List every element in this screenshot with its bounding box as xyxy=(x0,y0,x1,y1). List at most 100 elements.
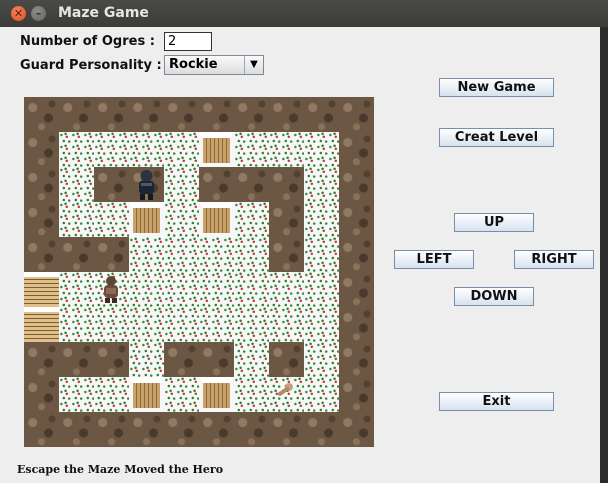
maze-wall-tile xyxy=(269,202,304,237)
maze-floor-tile xyxy=(304,272,339,307)
maze-wall-tile xyxy=(24,237,59,272)
create-level-button[interactable]: Creat Level xyxy=(439,128,554,147)
maze-floor-tile xyxy=(199,272,234,307)
maze-floor-tile xyxy=(304,307,339,342)
maze-floor-tile xyxy=(234,272,269,307)
maze-wall-tile xyxy=(339,377,374,412)
maze-exit-door-tile xyxy=(24,272,59,307)
maze-wall-tile xyxy=(94,412,129,447)
guard-icon xyxy=(129,167,164,202)
maze-wall-tile xyxy=(339,167,374,202)
maze-wall-tile xyxy=(269,342,304,377)
maze-floor-tile xyxy=(234,307,269,342)
maze-floor-tile xyxy=(129,237,164,272)
personality-value: Rockie xyxy=(169,57,218,72)
hero-icon xyxy=(94,272,129,307)
chevron-down-icon[interactable]: ▼ xyxy=(244,56,263,74)
maze-door-tile xyxy=(199,377,234,412)
maze-wall-tile xyxy=(269,237,304,272)
maze-floor-tile xyxy=(129,342,164,377)
maze-floor-tile xyxy=(94,202,129,237)
maze-wall-tile xyxy=(199,167,234,202)
maze-floor-tile xyxy=(164,202,199,237)
maze-floor-tile xyxy=(59,167,94,202)
maze-wall-tile xyxy=(24,412,59,447)
maze-floor-tile xyxy=(59,202,94,237)
maze-wall-tile xyxy=(269,412,304,447)
title-bar: ✕ – Maze Game xyxy=(0,0,608,27)
maze-floor-tile xyxy=(304,237,339,272)
maze-floor-tile xyxy=(164,377,199,412)
minimize-icon[interactable]: – xyxy=(31,6,46,21)
maze-floor-tile xyxy=(129,132,164,167)
maze-wall-tile xyxy=(304,412,339,447)
maze-floor-tile xyxy=(234,202,269,237)
maze-floor-tile xyxy=(269,272,304,307)
maze-wall-tile xyxy=(164,412,199,447)
maze-wall-tile xyxy=(24,97,59,132)
maze-wall-tile xyxy=(24,342,59,377)
maze-wall-tile xyxy=(234,412,269,447)
maze-floor-tile xyxy=(164,132,199,167)
ogres-label: Number of Ogres : xyxy=(20,34,155,49)
maze-floor-tile xyxy=(304,342,339,377)
up-button[interactable]: UP xyxy=(454,213,534,232)
maze-floor-tile xyxy=(234,342,269,377)
maze-floor-tile xyxy=(304,377,339,412)
left-button[interactable]: LEFT xyxy=(394,250,474,269)
key-icon xyxy=(269,377,304,412)
maze-floor-tile xyxy=(304,167,339,202)
maze-wall-tile xyxy=(59,97,94,132)
maze-floor-tile xyxy=(304,132,339,167)
right-button[interactable]: RIGHT xyxy=(514,250,594,269)
maze-wall-tile xyxy=(199,97,234,132)
ogres-input[interactable]: 2 xyxy=(164,32,212,51)
maze-wall-tile xyxy=(24,132,59,167)
maze-floor-tile xyxy=(199,237,234,272)
maze-wall-tile xyxy=(339,307,374,342)
maze-board xyxy=(24,97,374,447)
maze-wall-tile xyxy=(234,167,269,202)
maze-wall-tile xyxy=(304,97,339,132)
window-title: Maze Game xyxy=(58,5,149,21)
down-button[interactable]: DOWN xyxy=(454,287,534,306)
maze-wall-tile xyxy=(24,202,59,237)
exit-button[interactable]: Exit xyxy=(439,392,554,411)
new-game-button[interactable]: New Game xyxy=(439,78,554,97)
status-message: Escape the Maze Moved the Hero xyxy=(17,463,224,476)
maze-wall-tile xyxy=(94,342,129,377)
maze-wall-tile xyxy=(164,97,199,132)
maze-wall-tile xyxy=(339,272,374,307)
maze-floor-tile xyxy=(129,307,164,342)
maze-wall-tile xyxy=(24,377,59,412)
maze-wall-tile xyxy=(269,167,304,202)
maze-wall-tile xyxy=(59,342,94,377)
maze-wall-tile xyxy=(199,342,234,377)
maze-floor-tile xyxy=(304,202,339,237)
maze-floor-tile xyxy=(164,272,199,307)
maze-wall-tile xyxy=(339,132,374,167)
maze-wall-tile xyxy=(339,97,374,132)
maze-floor-tile xyxy=(94,377,129,412)
maze-wall-tile xyxy=(129,97,164,132)
maze-wall-tile xyxy=(94,167,129,202)
maze-floor-tile xyxy=(59,307,94,342)
close-icon[interactable]: ✕ xyxy=(11,6,26,21)
maze-floor-tile xyxy=(94,307,129,342)
maze-floor-tile xyxy=(129,272,164,307)
maze-wall-tile xyxy=(59,412,94,447)
maze-floor-tile xyxy=(234,377,269,412)
maze-wall-tile xyxy=(129,412,164,447)
maze-floor-tile xyxy=(199,307,234,342)
personality-label: Guard Personality : xyxy=(20,58,162,73)
maze-door-tile xyxy=(199,132,234,167)
maze-wall-tile xyxy=(24,167,59,202)
maze-door-tile xyxy=(199,202,234,237)
maze-wall-tile xyxy=(339,202,374,237)
maze-floor-tile xyxy=(164,237,199,272)
personality-dropdown[interactable]: Rockie ▼ xyxy=(164,55,264,75)
maze-floor-tile xyxy=(164,307,199,342)
maze-wall-tile xyxy=(339,237,374,272)
maze-wall-tile xyxy=(94,237,129,272)
maze-wall-tile xyxy=(164,342,199,377)
